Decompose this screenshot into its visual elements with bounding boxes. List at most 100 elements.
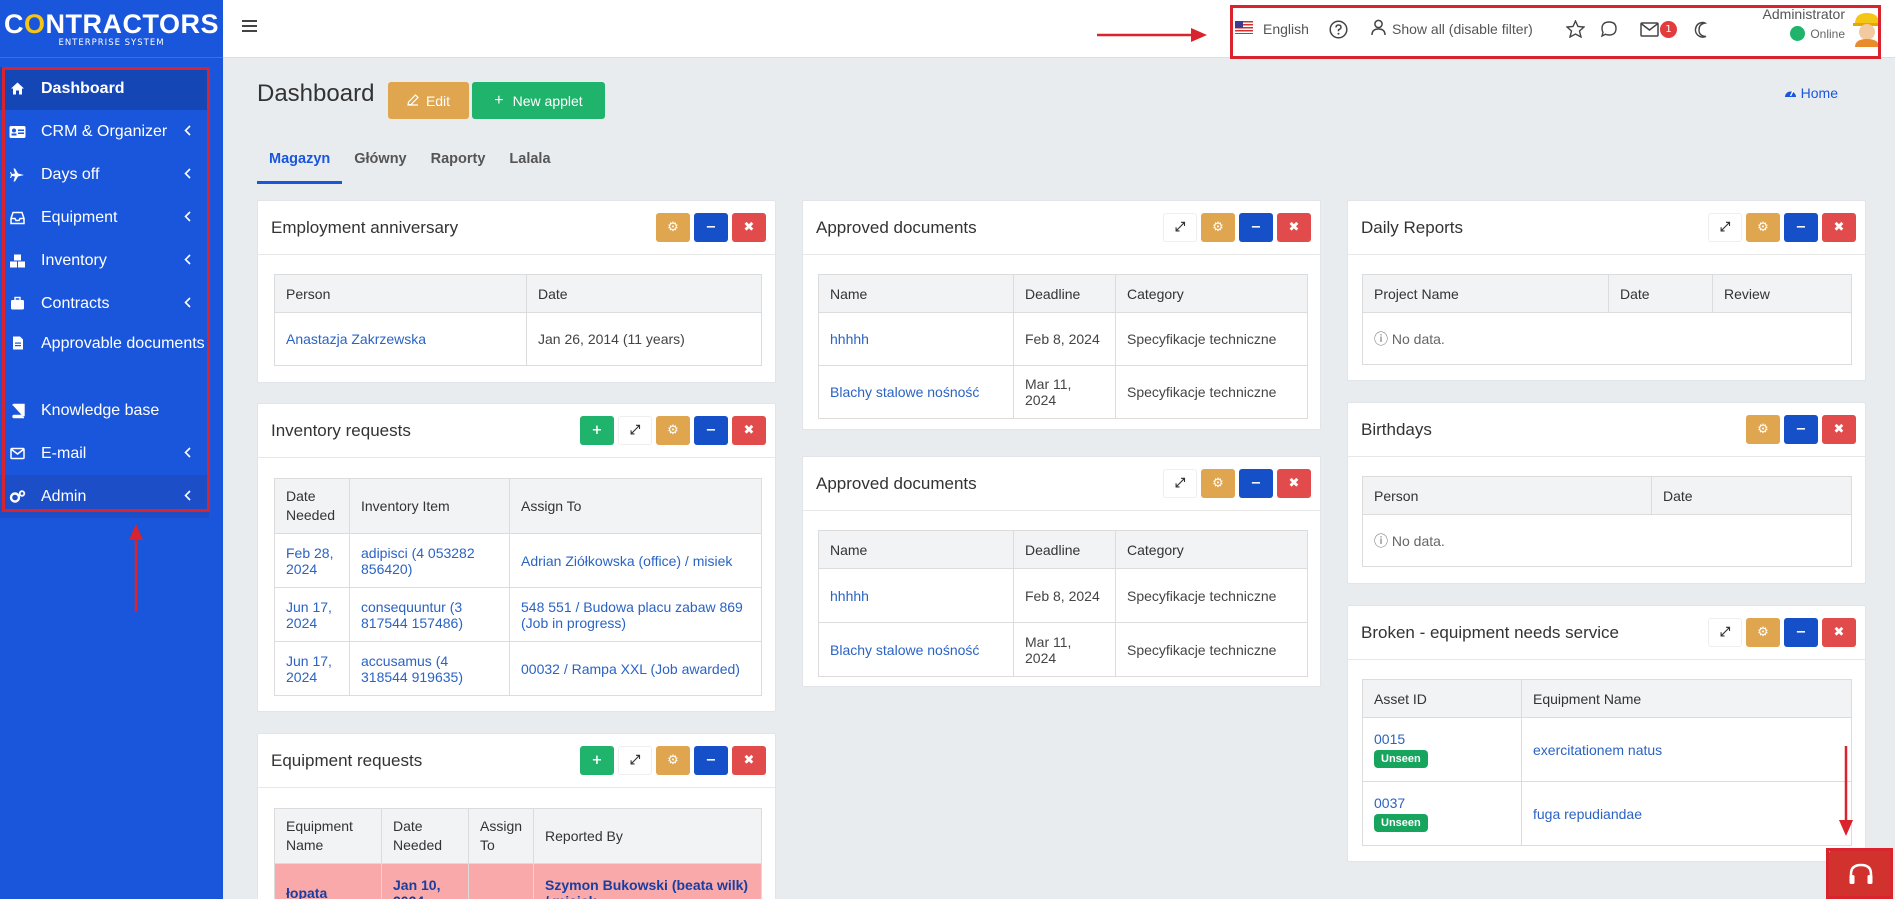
minimize-button[interactable]: − xyxy=(1784,618,1818,647)
settings-button[interactable]: ⚙ xyxy=(1746,213,1780,242)
table-row: łopataJan 10, 2024Szymon Bukowski (beata… xyxy=(274,863,762,899)
no-data-message: ⓘ No data. xyxy=(1362,312,1852,365)
minus-icon: − xyxy=(1795,625,1807,640)
minimize-button[interactable]: − xyxy=(1239,469,1273,498)
approved-documents-card: Approved documents ⤢ ⚙ − ✖ Name Deadline C… xyxy=(802,456,1321,687)
broken-equipment-card: Broken - equipment needs service ⤢ ⚙ − ✖… xyxy=(1347,605,1866,862)
minus-icon: − xyxy=(705,220,717,235)
equipment-table: Equipment Name Date Needed Assign To Report… xyxy=(274,808,762,899)
close-button[interactable]: ✖ xyxy=(1822,415,1856,444)
gear-icon: ⚙ xyxy=(667,423,679,438)
unseen-badge: Unseen xyxy=(1374,814,1428,832)
logo[interactable]: CONTRACTORS ENTERPRISE SYSTEM xyxy=(0,0,223,58)
minimize-button[interactable]: − xyxy=(694,416,728,445)
close-button[interactable]: ✖ xyxy=(732,213,766,242)
hamburger-menu-icon[interactable] xyxy=(242,19,257,37)
page-title: Dashboard xyxy=(257,80,375,107)
card-title: Approved documents xyxy=(816,218,977,237)
gear-icon: ⚙ xyxy=(1212,220,1224,235)
employment-anniversary-card: Employment anniversary ⚙ − ✖ Person Date … xyxy=(257,200,776,383)
tab-lalala[interactable]: Lalala xyxy=(497,142,562,184)
expand-icon: ⤢ xyxy=(1174,476,1186,491)
daily-reports-table: Project Name Date Review ⓘ No data. xyxy=(1362,274,1852,365)
pencil-icon xyxy=(407,93,419,109)
home-link[interactable]: Home xyxy=(1784,85,1838,101)
table-row: Blachy stalowe nośność Mar 11, 2024 Specyf… xyxy=(818,365,1308,419)
settings-button[interactable]: ⚙ xyxy=(656,213,690,242)
close-button[interactable]: ✖ xyxy=(1822,618,1856,647)
expand-button[interactable]: ⤢ xyxy=(618,746,652,775)
table-row: hhhhh Feb 8, 2024 Specyfikacje techniczne xyxy=(818,312,1308,366)
expand-button[interactable]: ⤢ xyxy=(618,416,652,445)
table-row: Blachy stalowe nośność Mar 11, 2024 Specyf… xyxy=(818,622,1308,677)
gear-icon: ⚙ xyxy=(667,220,679,235)
gear-icon: ⚙ xyxy=(1757,625,1769,640)
tab-magazyn[interactable]: Magazyn xyxy=(257,142,343,184)
close-icon: ✖ xyxy=(743,753,755,768)
card-title: Employment anniversary xyxy=(271,218,459,237)
plus-icon: + xyxy=(591,753,603,768)
card-title: Approved documents xyxy=(816,474,977,493)
add-button[interactable]: + xyxy=(580,416,614,445)
inventory-table: Date Needed Inventory Item Assign To Feb 2… xyxy=(274,478,762,696)
expand-icon: ⤢ xyxy=(629,423,641,438)
settings-button[interactable]: ⚙ xyxy=(1201,213,1235,242)
close-button[interactable]: ✖ xyxy=(1822,213,1856,242)
expand-icon: ⤢ xyxy=(1719,220,1731,235)
settings-button[interactable]: ⚙ xyxy=(1746,415,1780,444)
close-button[interactable]: ✖ xyxy=(732,416,766,445)
card-title: Birthdays xyxy=(1361,420,1432,439)
minus-icon: − xyxy=(705,423,717,438)
expand-button[interactable]: ⤢ xyxy=(1163,469,1197,498)
close-button[interactable]: ✖ xyxy=(1277,469,1311,498)
settings-button[interactable]: ⚙ xyxy=(1746,618,1780,647)
minimize-button[interactable]: − xyxy=(1239,213,1273,242)
inventory-requests-card: Inventory requests + ⤢ ⚙ − ✖ Date Needed… xyxy=(257,403,776,712)
new-applet-button[interactable]: + New applet xyxy=(472,82,605,119)
close-icon: ✖ xyxy=(743,423,755,438)
close-button[interactable]: ✖ xyxy=(1277,213,1311,242)
gear-icon: ⚙ xyxy=(1757,220,1769,235)
unseen-badge: Unseen xyxy=(1374,750,1428,768)
annotation-arrow-up xyxy=(129,524,143,612)
minimize-button[interactable]: − xyxy=(1784,213,1818,242)
minus-icon: − xyxy=(705,753,717,768)
gear-icon: ⚙ xyxy=(1757,422,1769,437)
tab-raporty[interactable]: Raporty xyxy=(419,142,498,184)
minimize-button[interactable]: − xyxy=(694,746,728,775)
close-icon: ✖ xyxy=(1833,625,1845,640)
info-icon: ⓘ xyxy=(1374,532,1388,549)
table-row: Feb 28, 2024 adipisci (4 053282 856420) Ad… xyxy=(274,533,762,588)
edit-button[interactable]: Edit xyxy=(388,82,469,119)
settings-button[interactable]: ⚙ xyxy=(1201,469,1235,498)
gear-icon: ⚙ xyxy=(667,753,679,768)
broken-equipment-table: Asset ID Equipment Name 0015 Unseen exercit… xyxy=(1362,679,1852,846)
birthdays-table: Person Date ⓘ No data. xyxy=(1362,476,1852,567)
employment-table: Person Date Anastazja Zakrzewska Jan 26, 2… xyxy=(274,274,762,366)
expand-button[interactable]: ⤢ xyxy=(1708,618,1742,647)
close-icon: ✖ xyxy=(1288,476,1300,491)
dashboard-icon xyxy=(1784,85,1797,101)
minimize-button[interactable]: − xyxy=(1784,415,1818,444)
minimize-button[interactable]: − xyxy=(694,213,728,242)
table-row: hhhhh Feb 8, 2024 Specyfikacje techniczne xyxy=(818,568,1308,623)
expand-icon: ⤢ xyxy=(1174,220,1186,235)
minus-icon: − xyxy=(1795,422,1807,437)
expand-button[interactable]: ⤢ xyxy=(1708,213,1742,242)
tab-glowny[interactable]: Główny xyxy=(342,142,418,184)
minus-icon: − xyxy=(1250,476,1262,491)
table-row: Jun 17, 2024 accusamus (4 318544 919635) 0… xyxy=(274,641,762,696)
settings-button[interactable]: ⚙ xyxy=(656,746,690,775)
expand-icon: ⤢ xyxy=(1719,625,1731,640)
approved-documents-card: Approved documents ⤢ ⚙ − ✖ Name Deadline C… xyxy=(802,200,1321,430)
approved-documents-table: Name Deadline Category hhhhh Feb 8, 2024 Spe… xyxy=(818,530,1308,677)
info-icon: ⓘ xyxy=(1374,330,1388,347)
close-icon: ✖ xyxy=(1833,220,1845,235)
add-button[interactable]: + xyxy=(580,746,614,775)
close-button[interactable]: ✖ xyxy=(732,746,766,775)
card-title: Daily Reports xyxy=(1361,218,1464,237)
settings-button[interactable]: ⚙ xyxy=(656,416,690,445)
expand-button[interactable]: ⤢ xyxy=(1163,213,1197,242)
minus-icon: − xyxy=(1250,220,1262,235)
close-icon: ✖ xyxy=(1288,220,1300,235)
